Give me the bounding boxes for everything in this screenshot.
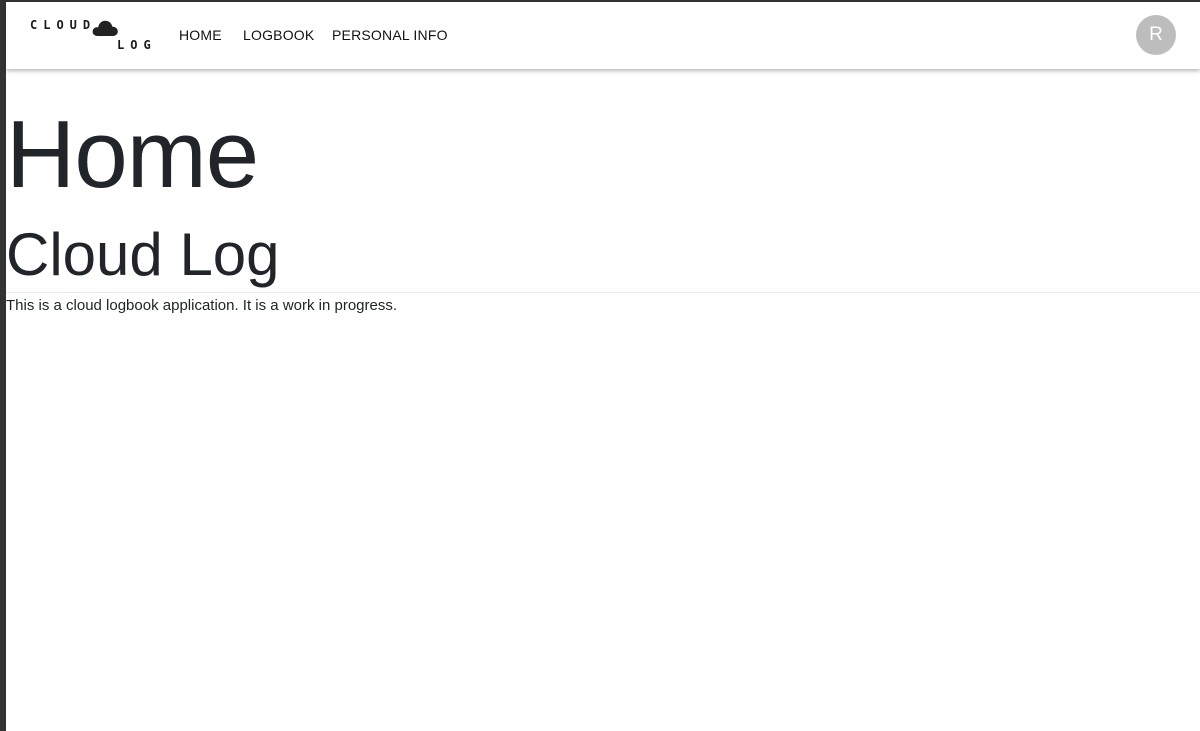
app-description: This is a cloud logbook application. It … [6, 297, 398, 314]
avatar[interactable]: R [1136, 15, 1176, 55]
logo-text-cloud: CLOUD [30, 18, 97, 32]
logo-text-log: LOG [117, 38, 157, 52]
page-title: Home [6, 101, 259, 208]
main-content: Home Cloud Log This is a cloud logbook a… [6, 69, 1200, 731]
cloud-icon [92, 20, 118, 36]
navbar: CLOUD LOG HOME LOGBOOK PERSONAL INFO R [6, 2, 1200, 69]
nav-personal-info-link[interactable]: PERSONAL INFO [332, 27, 448, 43]
logo[interactable]: CLOUD LOG [30, 16, 154, 56]
nav-home-link[interactable]: HOME [179, 27, 222, 43]
divider [6, 292, 1200, 293]
nav-logbook-link[interactable]: LOGBOOK [243, 27, 314, 43]
app-window: CLOUD LOG HOME LOGBOOK PERSONAL INFO R H… [0, 0, 1200, 731]
section-title: Cloud Log [6, 221, 280, 288]
